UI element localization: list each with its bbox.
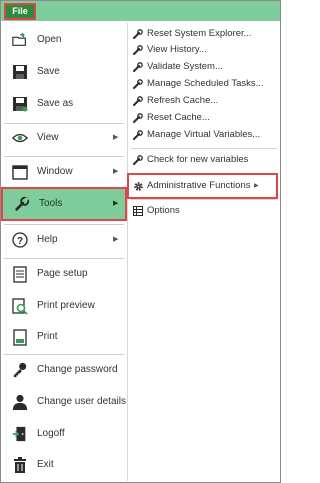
menu-item-label: Save as	[37, 98, 74, 109]
menu-item-label: Change password	[37, 364, 118, 375]
menu-item-label: Change user details	[37, 396, 126, 407]
file-menu-window: File Open Save Save as View ▶ Window ▶ T…	[0, 0, 281, 483]
options-grid-icon	[133, 206, 143, 216]
save-as-disk-icon	[12, 96, 28, 112]
menu-item-label: Tools	[39, 198, 63, 209]
key-icon	[12, 362, 28, 378]
submenu-item-label: Reset Cache...	[147, 112, 210, 123]
menu-item-open[interactable]: Open	[1, 25, 126, 55]
menu-item-label: Logoff	[37, 428, 65, 439]
menu-item-page-setup[interactable]: Page setup	[1, 259, 126, 289]
logoff-door-icon	[12, 426, 28, 442]
eye-icon	[12, 130, 28, 146]
menu-item-save-as[interactable]: Save as	[1, 89, 126, 119]
wrench-icon	[133, 29, 143, 39]
menu-bar: File	[1, 1, 280, 21]
menu-item-label: Open	[37, 34, 62, 45]
menu-item-change-user-details[interactable]: Change user details	[1, 387, 126, 417]
chevron-right-icon: ▶	[113, 200, 119, 207]
page-setup-icon	[12, 265, 28, 283]
submenu-item-label: Reset System Explorer...	[147, 28, 252, 39]
menu-item-label: Help	[37, 234, 58, 245]
menu-item-label: View	[37, 132, 59, 143]
submenu-item-label: Refresh Cache...	[147, 95, 219, 106]
wrench-icon	[133, 62, 143, 72]
submenu-item-administrative-functions[interactable]: Administrative Functions ▶	[127, 173, 278, 199]
submenu-item-label: Manage Virtual Variables...	[147, 129, 261, 140]
submenu-item-refresh-cache[interactable]: Refresh Cache...	[131, 94, 277, 108]
menu-item-print[interactable]: Print	[1, 322, 126, 352]
wrench-icon	[133, 45, 143, 55]
menu-item-logoff[interactable]: Logoff	[1, 419, 126, 449]
separator	[131, 199, 277, 200]
wrench-icon	[133, 79, 143, 89]
save-disk-icon	[12, 64, 28, 80]
menu-item-window[interactable]: Window ▶	[1, 157, 126, 187]
wrench-icon	[133, 96, 143, 106]
menu-item-help[interactable]: ? Help ▶	[1, 225, 126, 255]
wrench-icon	[14, 196, 30, 212]
print-icon	[12, 328, 28, 346]
chevron-right-icon: ▶	[113, 168, 119, 175]
submenu-item-reset-system-explorer[interactable]: Reset System Explorer...	[131, 27, 277, 41]
submenu-item-label: Administrative Functions	[147, 180, 251, 191]
help-icon: ?	[12, 232, 28, 248]
menu-item-label: Window	[37, 166, 73, 177]
submenu-item-options[interactable]: Options	[131, 204, 277, 218]
svg-text:?: ?	[17, 236, 23, 247]
submenu-item-manage-scheduled-tasks[interactable]: Manage Scheduled Tasks...	[131, 77, 277, 91]
separator	[131, 148, 277, 149]
menu-divider	[127, 23, 128, 481]
submenu-item-label: Validate System...	[147, 61, 223, 72]
open-folder-icon	[12, 32, 28, 48]
window-icon	[12, 164, 28, 180]
wrench-icon	[133, 130, 143, 140]
menu-item-label: Print preview	[37, 300, 95, 311]
wrench-icon	[133, 113, 143, 123]
exit-trash-icon	[12, 456, 28, 473]
menu-item-print-preview[interactable]: Print preview	[1, 291, 126, 321]
menu-item-change-password[interactable]: Change password	[1, 355, 126, 385]
submenu-item-label: Manage Scheduled Tasks...	[147, 78, 264, 89]
menu-item-exit[interactable]: Exit	[1, 450, 126, 480]
menu-item-save[interactable]: Save	[1, 57, 126, 87]
print-preview-icon	[12, 297, 28, 315]
submenu-item-view-history[interactable]: View History...	[131, 43, 277, 57]
submenu-item-validate-system[interactable]: Validate System...	[131, 60, 277, 74]
chevron-right-icon: ▶	[254, 183, 259, 189]
chevron-right-icon: ▶	[113, 236, 119, 243]
menu-item-label: Save	[37, 66, 60, 77]
menu-item-label: Page setup	[37, 268, 88, 279]
submenu-item-manage-virtual-variables[interactable]: Manage Virtual Variables...	[131, 128, 277, 142]
menu-item-label: Exit	[37, 459, 54, 470]
menu-item-view[interactable]: View ▶	[1, 123, 126, 153]
file-menu-button[interactable]: File	[4, 3, 36, 20]
submenu-item-check-new-variables[interactable]: Check for new variables	[131, 153, 277, 167]
submenu-item-reset-cache[interactable]: Reset Cache...	[131, 111, 277, 125]
gear-icon	[133, 181, 143, 191]
menu-item-tools[interactable]: Tools ▶	[1, 187, 127, 221]
submenu-item-label: View History...	[147, 44, 207, 55]
menu-item-label: Print	[37, 331, 58, 342]
user-icon	[12, 394, 28, 410]
chevron-right-icon: ▶	[113, 134, 119, 141]
submenu-item-label: Check for new variables	[147, 154, 249, 165]
wrench-icon	[133, 155, 143, 165]
submenu-item-label: Options	[147, 205, 180, 216]
